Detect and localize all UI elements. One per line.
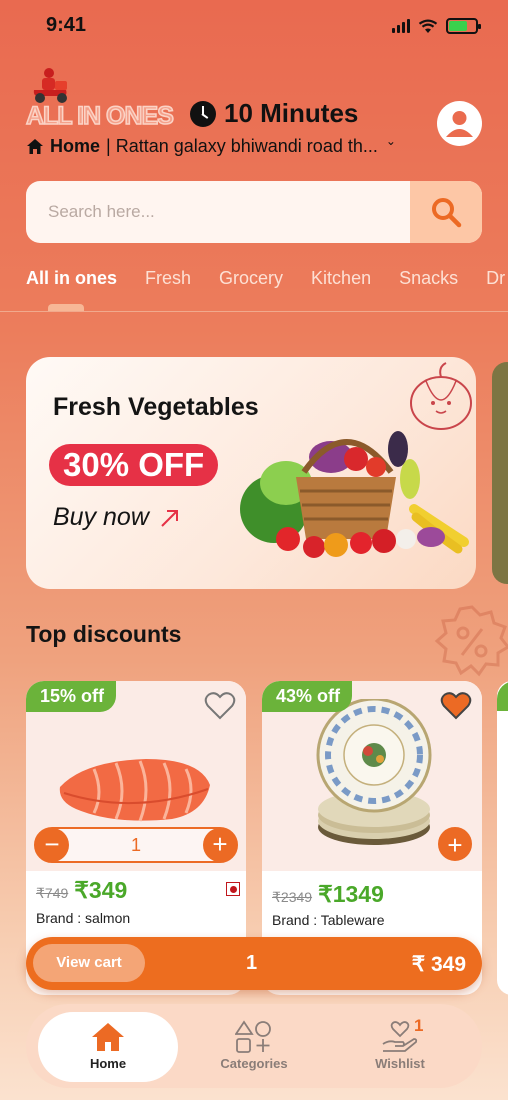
chevron-down-icon: ⌄ [385,133,396,148]
status-time: 9:41 [46,14,87,36]
quantity-stepper: − 1 + [34,827,238,863]
search-button[interactable] [410,181,482,243]
search-icon [432,198,462,228]
nav-wishlist-label: Wishlist [375,1056,425,1071]
arrow-up-right-icon [161,509,178,527]
discount-badge: 43% off [262,681,353,712]
product-brand: Brand : salmon [36,910,131,926]
discount-percent-icon [434,605,508,677]
dinner-plate-stack-image [316,699,432,845]
home-icon [27,138,43,154]
home-icon [92,1023,124,1051]
view-cart-button[interactable]: View cart [33,944,145,982]
user-icon [446,111,473,137]
address-selector[interactable]: Home | Rattan galaxy bhiwandi road th...… [26,133,396,157]
vegetable-basket-image [240,431,469,558]
battery-icon [446,18,481,34]
nav-home[interactable]: Home [38,1012,178,1082]
next-product-card-peek[interactable] [497,681,508,995]
tab-kitchen[interactable]: Kitchen [311,268,371,312]
wishlist-heart-icon[interactable] [204,691,236,721]
search-bar [26,181,482,243]
section-title-top-discounts: Top discounts [26,621,182,647]
original-price: ₹749 [36,885,69,901]
brand-name: ALL IN ONES [25,101,174,131]
nav-home-label: Home [89,1056,127,1071]
add-to-cart-button[interactable]: + [438,827,472,861]
view-cart-bar[interactable]: View cart 1 ₹ 349 [26,937,482,990]
banner-cta[interactable]: Buy now [53,503,181,532]
nav-wishlist[interactable]: Wishlist 1 [330,1012,470,1082]
banner-discount-badge: 30% OFF [49,444,219,486]
profile-avatar-button[interactable] [437,101,482,146]
categories-icon [235,1020,271,1053]
category-tabs: All in ones Fresh Grocery Kitchen Snacks… [26,268,508,312]
sale-price: ₹1349 [318,881,384,907]
product-brand: Brand : Tableware [272,912,385,928]
banner-cta-label: Buy now [53,503,149,531]
status-bar: 9:41 [0,0,508,52]
sale-price: ₹349 [74,877,128,903]
price-row: ₹749 ₹349 [36,877,127,904]
price-row: ₹2349 ₹1349 [272,881,384,908]
eta-text: 10 Minutes [224,98,359,128]
cart-item-count: 1 [246,952,258,974]
promo-banner[interactable]: Fresh Vegetables 30% OFF Buy now [26,357,476,589]
next-banner-peek[interactable] [492,362,508,584]
tab-snacks[interactable]: Snacks [399,268,458,312]
non-veg-icon [226,882,240,896]
status-icons [392,18,481,34]
address-text: | Rattan galaxy bhiwandi road th... [106,136,378,156]
salmon-fillet-image [59,759,210,822]
tab-fresh[interactable]: Fresh [145,268,191,312]
nav-categories-label: Categories [220,1056,288,1071]
original-price: ₹2349 [272,889,313,905]
wishlist-heart-filled-icon[interactable] [440,691,472,721]
delivery-eta: 10 Minutes [190,98,358,129]
increase-quantity-button[interactable]: + [203,828,237,862]
nav-categories[interactable]: Categories [184,1012,324,1082]
address-label: Home [50,136,101,156]
app-logo: ALL IN ONES [25,66,186,131]
tabs-divider [0,311,508,312]
bottom-navigation: Home Categories Wishlist 1 [26,1004,482,1088]
wifi-icon [418,19,438,33]
delivery-scooter-icon [33,68,67,103]
wishlist-count-badge: 1 [414,1016,424,1035]
tab-drinks[interactable]: Dr [486,268,505,312]
cellular-signal-icon [392,19,410,33]
search-input[interactable] [26,181,410,243]
tab-grocery[interactable]: Grocery [219,268,283,312]
cart-total: ₹ 349 [411,953,466,976]
clock-icon [190,100,216,127]
discount-badge: 15% off [26,681,117,712]
